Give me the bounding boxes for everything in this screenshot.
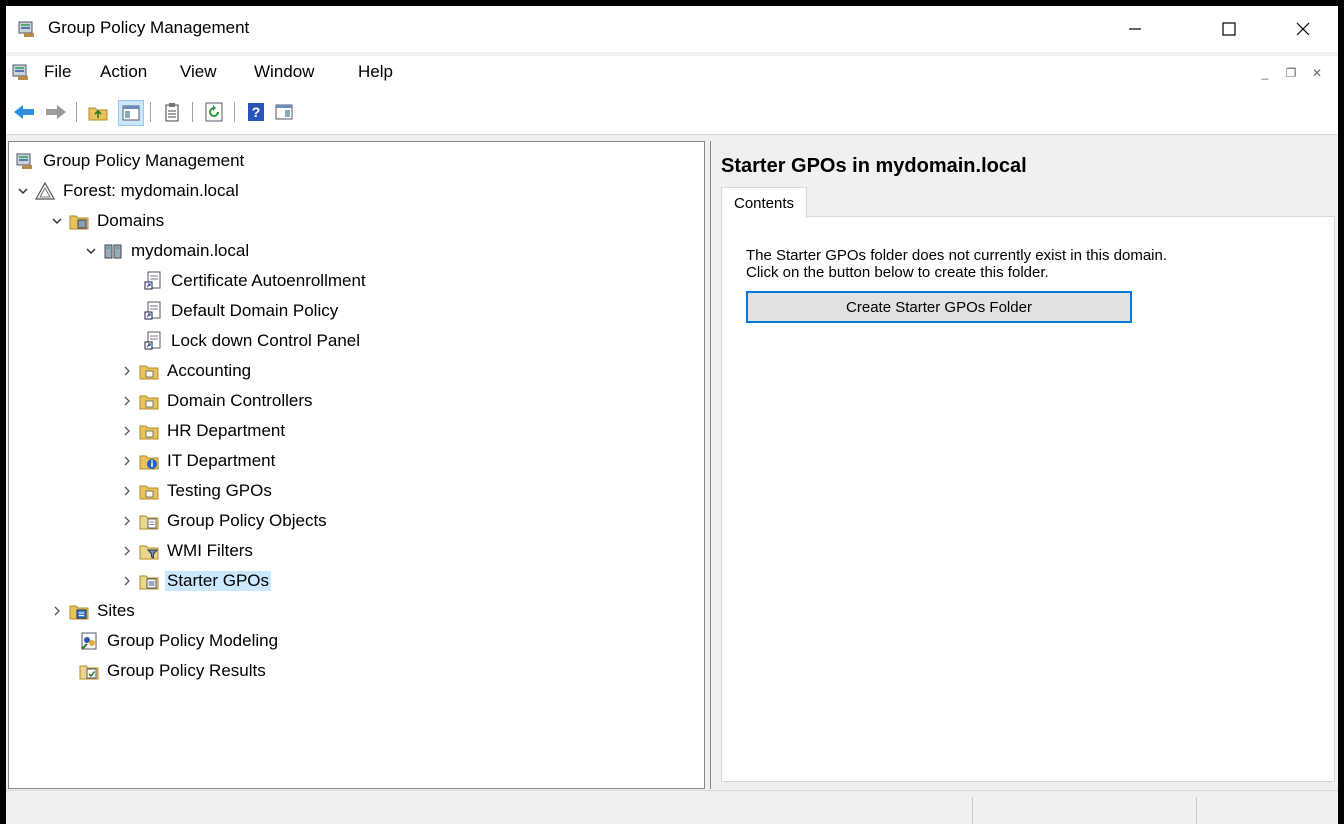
tree-node-gpo-link[interactable]: Default Domain Policy xyxy=(143,298,340,324)
svg-text:?: ? xyxy=(252,104,261,120)
refresh-icon[interactable] xyxy=(202,100,226,124)
ou-folder-icon xyxy=(139,361,159,381)
gpo-link-icon xyxy=(143,331,163,351)
show-hide-tree-icon[interactable] xyxy=(118,100,144,126)
chevron-right-icon[interactable] xyxy=(119,363,135,379)
menu-view[interactable]: View xyxy=(180,62,217,82)
tree-node-gpm-root[interactable]: Group Policy Management xyxy=(15,148,246,174)
details-pane: Starter GPOs in mydomain.local Contents … xyxy=(710,141,1338,789)
tree-node-wmi-filters[interactable]: WMI Filters xyxy=(119,538,255,564)
tab-contents[interactable]: Contents xyxy=(721,187,808,218)
tree-node-forest[interactable]: Forest: mydomain.local xyxy=(15,178,241,204)
mdi-controls: _ ❐ ✕ xyxy=(1252,60,1334,86)
info-message-line1: The Starter GPOs folder does not current… xyxy=(746,247,1168,264)
close-button[interactable] xyxy=(1280,6,1326,52)
modeling-icon xyxy=(79,631,99,651)
tree-node-sites[interactable]: Sites xyxy=(49,598,137,624)
menu-action[interactable]: Action xyxy=(100,62,147,82)
wmi-filter-folder-icon xyxy=(139,541,159,561)
chevron-down-icon[interactable] xyxy=(49,213,65,229)
gpo-link-icon xyxy=(143,301,163,321)
chevron-right-icon[interactable] xyxy=(119,513,135,529)
chevron-down-icon[interactable] xyxy=(15,183,31,199)
menu-file[interactable]: File xyxy=(44,62,71,82)
chevron-right-icon[interactable] xyxy=(119,423,135,439)
chevron-right-icon[interactable] xyxy=(119,453,135,469)
tree-node-ou[interactable]: Testing GPOs xyxy=(119,478,274,504)
gpo-folder-icon xyxy=(139,511,159,531)
chevron-right-icon[interactable] xyxy=(49,603,65,619)
tree-node-ou[interactable]: Domain Controllers xyxy=(119,388,315,414)
status-bar xyxy=(6,790,1338,824)
tree-node-ou[interactable]: IT Department xyxy=(119,448,277,474)
mdi-restore-button[interactable]: ❐ xyxy=(1278,60,1304,86)
gpo-link-icon xyxy=(143,271,163,291)
ou-folder-icon xyxy=(139,421,159,441)
sites-folder-icon xyxy=(69,601,89,621)
tree-node-domains[interactable]: Domains xyxy=(49,208,166,234)
menu-help[interactable]: Help xyxy=(358,62,393,82)
minimize-button[interactable] xyxy=(1112,6,1158,52)
tree-node-ou[interactable]: Accounting xyxy=(119,358,253,384)
details-title: Starter GPOs in mydomain.local xyxy=(721,155,1027,177)
gpmc-console-icon xyxy=(15,151,35,171)
tree-node-gpo-link[interactable]: Lock down Control Panel xyxy=(143,328,362,354)
console-tree: Group Policy Management Forest: mydomain… xyxy=(8,141,705,789)
forward-arrow-icon[interactable] xyxy=(44,100,68,124)
starter-gpo-folder-icon xyxy=(139,571,159,591)
tree-node-domain[interactable]: mydomain.local xyxy=(83,238,251,264)
ou-folder-info-icon xyxy=(139,451,159,471)
chevron-right-icon[interactable] xyxy=(119,393,135,409)
chevron-right-icon[interactable] xyxy=(119,483,135,499)
toolbar: ? xyxy=(6,90,1338,135)
domains-folder-icon xyxy=(69,211,89,231)
tree-node-group-policy-objects[interactable]: Group Policy Objects xyxy=(119,508,329,534)
menu-bar: File Action View Window Help _ ❐ ✕ xyxy=(6,56,1338,90)
window-title: Group Policy Management xyxy=(48,18,250,37)
title-bar: Group Policy Management xyxy=(6,6,1338,52)
chevron-right-icon[interactable] xyxy=(119,543,135,559)
tree-node-results[interactable]: Group Policy Results xyxy=(79,658,268,684)
mdi-minimize-button[interactable]: _ xyxy=(1252,60,1278,86)
show-action-pane-icon[interactable] xyxy=(272,100,296,124)
create-starter-gpos-folder-button[interactable]: Create Starter GPOs Folder xyxy=(746,291,1132,323)
help-icon[interactable]: ? xyxy=(244,100,268,124)
tab-contents-panel: The Starter GPOs folder does not current… xyxy=(721,216,1335,782)
info-message: The Starter GPOs folder does not current… xyxy=(746,247,1167,281)
properties-icon[interactable] xyxy=(160,100,184,124)
app-window: Group Policy Management File Action View… xyxy=(6,6,1338,824)
tree-node-gpo-link[interactable]: Certificate Autoenrollment xyxy=(143,268,368,294)
mdi-close-button[interactable]: ✕ xyxy=(1304,60,1330,86)
info-message-line2: Click on the button below to create this… xyxy=(746,264,1049,281)
maximize-button[interactable] xyxy=(1206,6,1252,52)
tree-node-modeling[interactable]: Group Policy Modeling xyxy=(79,628,280,654)
ou-folder-icon xyxy=(139,481,159,501)
chevron-down-icon[interactable] xyxy=(83,243,99,259)
tree-node-starter-gpos[interactable]: Starter GPOs xyxy=(119,568,272,594)
back-arrow-icon[interactable] xyxy=(12,100,36,124)
chevron-right-icon[interactable] xyxy=(119,573,135,589)
up-folder-icon[interactable] xyxy=(86,100,110,124)
ou-folder-icon xyxy=(139,391,159,411)
tree-node-ou[interactable]: HR Department xyxy=(119,418,287,444)
menu-window[interactable]: Window xyxy=(254,62,314,82)
results-icon xyxy=(79,661,99,681)
domain-icon xyxy=(103,241,123,261)
forest-triangle-icon xyxy=(35,181,55,201)
console-menu-icon[interactable] xyxy=(12,63,30,81)
gpmc-app-icon xyxy=(18,20,36,38)
